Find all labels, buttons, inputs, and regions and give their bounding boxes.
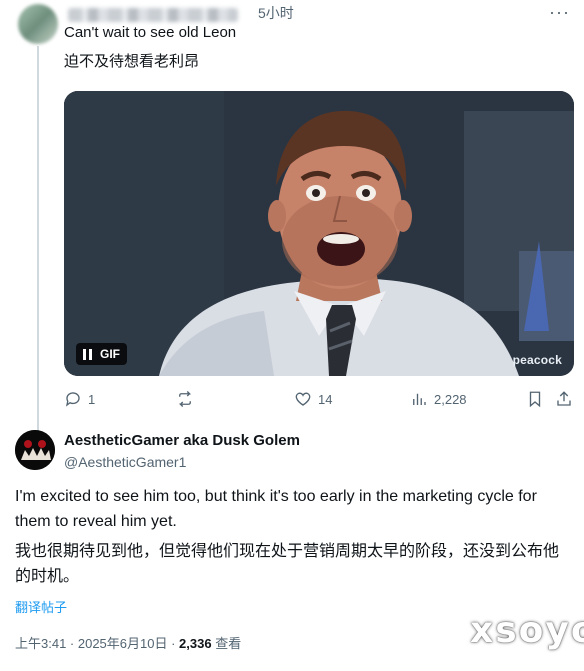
like-count: 14 — [318, 391, 333, 407]
repost-button[interactable] — [176, 390, 200, 408]
tweet-timestamp[interactable]: 上午3:41 · 2025年6月10日 · — [15, 636, 179, 651]
reply-count: 1 — [88, 391, 96, 407]
reply-icon — [65, 392, 80, 407]
gif-badge[interactable]: GIF — [76, 343, 127, 365]
gif-media[interactable]: GIF peacock — [64, 91, 574, 376]
reply-button[interactable]: 1 — [64, 390, 95, 408]
author-handle[interactable]: @AestheticGamer1 — [64, 454, 186, 470]
share-icon — [557, 391, 571, 406]
translate-post-link[interactable]: 翻译帖子 — [15, 597, 67, 616]
bookmark-icon — [529, 391, 541, 408]
bookmark-button[interactable] — [526, 390, 544, 408]
reply-avatar[interactable] — [18, 4, 58, 44]
tweet-views-label: 查看 — [211, 636, 242, 651]
gif-frame-image — [64, 91, 574, 376]
site-watermark: xsoyo — [470, 610, 584, 651]
pause-icon[interactable] — [83, 348, 92, 360]
more-icon[interactable]: ··· — [549, 2, 570, 23]
tweet-views-count: 2,336 — [179, 636, 212, 651]
avatar-image — [15, 430, 55, 470]
like-icon — [295, 392, 311, 406]
like-button[interactable]: 14 — [294, 390, 332, 408]
peacock-logo: peacock — [512, 353, 562, 367]
gif-label: GIF — [100, 347, 120, 361]
main-avatar[interactable] — [15, 430, 55, 470]
share-button[interactable] — [555, 390, 573, 408]
reply-text-cn: 迫不及待想看老利昂 — [64, 53, 200, 70]
tweet-text-cn: 我也很期待见到他，但觉得他们现在处于营销周期太早的阶段，还没到公布他的时机。 — [15, 543, 560, 585]
tweet-meta: 上午3:41 · 2025年6月10日 · 2,336 查看 — [15, 633, 241, 652]
views-count: 2,228 — [434, 391, 467, 407]
thread-line — [37, 46, 39, 432]
reply-timestamp[interactable]: 5小时 — [258, 3, 294, 23]
reply-text-en: Can't wait to see old Leon — [64, 24, 237, 41]
repost-icon — [178, 391, 192, 407]
views-icon — [413, 393, 426, 405]
tweet-text-en: I'm excited to see him too, but think it… — [15, 488, 537, 530]
blurred-username — [68, 8, 238, 22]
author-name[interactable]: AestheticGamer aka Dusk Golem — [64, 432, 300, 449]
views-button[interactable]: 2,228 — [410, 390, 467, 408]
